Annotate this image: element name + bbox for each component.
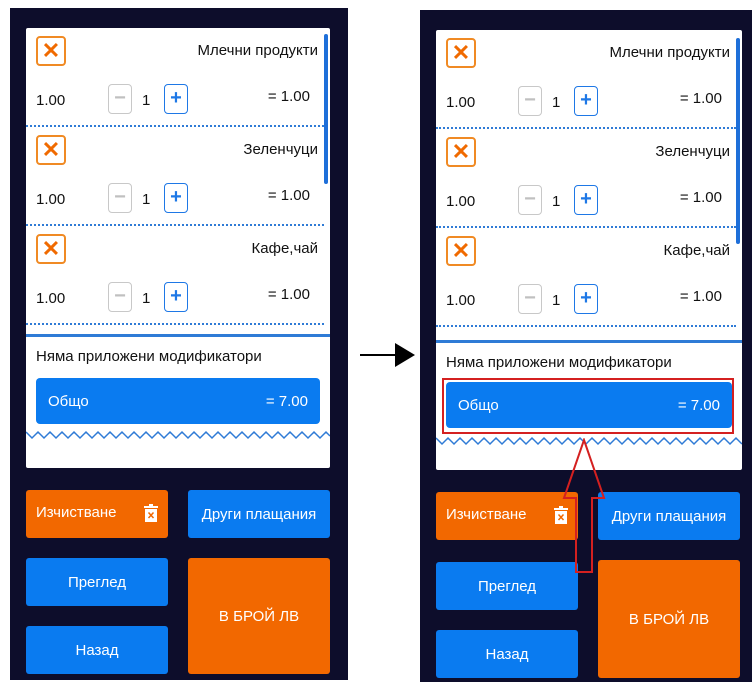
minus-icon: − <box>524 89 536 111</box>
transition-arrow-line <box>360 354 398 356</box>
minus-icon: − <box>524 287 536 309</box>
total-label: Общо <box>48 393 89 410</box>
total-highlight-box <box>442 378 734 434</box>
decrease-qty-button[interactable]: − <box>108 282 132 312</box>
item-name: Млечни продукти <box>197 42 318 59</box>
close-icon: ✕ <box>451 139 471 164</box>
decrease-qty-button[interactable]: − <box>518 185 542 215</box>
increase-qty-button[interactable]: + <box>164 282 188 312</box>
clear-label: Изчистване <box>36 504 117 521</box>
up-arrow-icon <box>562 438 606 573</box>
item-name: Млечни продукти <box>609 44 730 61</box>
decrease-qty-button[interactable]: − <box>108 183 132 213</box>
item-quantity: 1 <box>552 292 561 309</box>
item-price: 1.00 <box>446 94 476 111</box>
item-price: 1.00 <box>446 193 476 210</box>
receipt-item: ✕ Зеленчуци 1.00 − 1 + = 1.00 <box>26 127 330 226</box>
item-line-total: = 1.00 <box>267 187 310 204</box>
plus-icon: + <box>580 287 592 309</box>
close-icon: ✕ <box>451 40 471 65</box>
modifiers-text: Няма приложени модификатори <box>36 348 262 365</box>
remove-item-button[interactable]: ✕ <box>446 137 476 167</box>
remove-item-button[interactable]: ✕ <box>446 38 476 68</box>
item-divider <box>436 325 736 327</box>
transition-arrow-icon <box>395 343 415 367</box>
decrease-qty-button[interactable]: − <box>518 284 542 314</box>
item-quantity: 1 <box>142 290 151 307</box>
minus-icon: − <box>524 188 536 210</box>
back-button[interactable]: Назад <box>436 630 578 678</box>
total-bar: Общо = 7.00 <box>36 378 320 424</box>
close-icon: ✕ <box>451 238 471 263</box>
clear-button[interactable]: Изчистване <box>436 492 578 540</box>
plus-icon: + <box>580 89 592 111</box>
review-button[interactable]: Преглед <box>26 558 168 606</box>
increase-qty-button[interactable]: + <box>164 84 188 114</box>
item-line-total: = 1.00 <box>679 288 722 305</box>
remove-item-button[interactable]: ✕ <box>36 36 66 66</box>
plus-icon: + <box>170 186 182 208</box>
total-value: = 7.00 <box>265 393 308 410</box>
item-line-total: = 1.00 <box>267 88 310 105</box>
other-payments-button[interactable]: Други плащания <box>188 490 330 538</box>
receipt-tear-edge <box>26 430 330 440</box>
item-name: Кафе,чай <box>663 242 730 259</box>
item-price: 1.00 <box>36 92 66 109</box>
increase-qty-button[interactable]: + <box>574 284 598 314</box>
remove-item-button[interactable]: ✕ <box>36 135 66 165</box>
close-icon: ✕ <box>41 38 61 63</box>
item-price: 1.00 <box>446 292 476 309</box>
item-quantity: 1 <box>552 94 561 111</box>
plus-icon: + <box>170 285 182 307</box>
minus-icon: − <box>114 285 126 307</box>
minus-icon: − <box>114 87 126 109</box>
item-price: 1.00 <box>36 191 66 208</box>
clear-button[interactable]: Изчистване <box>26 490 168 538</box>
item-line-total: = 1.00 <box>679 90 722 107</box>
plus-icon: + <box>580 188 592 210</box>
decrease-qty-button[interactable]: − <box>518 86 542 116</box>
minus-icon: − <box>114 186 126 208</box>
modifiers-separator <box>26 334 330 337</box>
receipt-item: ✕ Кафе,чай 1.00 − 1 + = 1.00 <box>436 228 742 327</box>
item-quantity: 1 <box>142 92 151 109</box>
cash-button[interactable]: В БРОЙ ЛВ <box>598 560 740 678</box>
item-quantity: 1 <box>142 191 151 208</box>
close-icon: ✕ <box>41 137 61 162</box>
item-price: 1.00 <box>36 290 66 307</box>
item-name: Зеленчуци <box>655 143 730 160</box>
clear-label: Изчистване <box>446 506 527 523</box>
receipt-item: ✕ Млечни продукти 1.00 − 1 + = 1.00 <box>436 30 742 129</box>
item-name: Кафе,чай <box>251 240 318 257</box>
trash-icon <box>144 504 158 522</box>
item-quantity: 1 <box>552 193 561 210</box>
receipt-item: ✕ Зеленчуци 1.00 − 1 + = 1.00 <box>436 129 742 228</box>
receipt-item: ✕ Млечни продукти 1.00 − 1 + = 1.00 <box>26 28 330 127</box>
receipt-item: ✕ Кафе,чай 1.00 − 1 + = 1.00 <box>26 226 330 325</box>
other-payments-button[interactable]: Други плащания <box>598 492 740 540</box>
receipt-panel: ✕ Млечни продукти 1.00 − 1 + = 1.00 ✕ Зе… <box>26 28 330 468</box>
comparison-stage: ✕ Млечни продукти 1.00 − 1 + = 1.00 ✕ Зе… <box>0 0 754 684</box>
item-divider <box>26 323 324 325</box>
cash-button[interactable]: В БРОЙ ЛВ <box>188 558 330 674</box>
back-button[interactable]: Назад <box>26 626 168 674</box>
pos-screen-after: ✕ Млечни продукти 1.00 − 1 + = 1.00 ✕ Зе… <box>420 10 752 682</box>
decrease-qty-button[interactable]: − <box>108 84 132 114</box>
item-line-total: = 1.00 <box>679 189 722 206</box>
item-line-total: = 1.00 <box>267 286 310 303</box>
pos-screen-before: ✕ Млечни продукти 1.00 − 1 + = 1.00 ✕ Зе… <box>10 8 348 680</box>
plus-icon: + <box>170 87 182 109</box>
increase-qty-button[interactable]: + <box>574 86 598 116</box>
modifiers-separator <box>436 340 742 343</box>
remove-item-button[interactable]: ✕ <box>36 234 66 264</box>
modifiers-text: Няма приложени модификатори <box>446 354 672 371</box>
item-name: Зеленчуци <box>243 141 318 158</box>
remove-item-button[interactable]: ✕ <box>446 236 476 266</box>
increase-qty-button[interactable]: + <box>164 183 188 213</box>
increase-qty-button[interactable]: + <box>574 185 598 215</box>
review-button[interactable]: Преглед <box>436 562 578 610</box>
close-icon: ✕ <box>41 236 61 261</box>
